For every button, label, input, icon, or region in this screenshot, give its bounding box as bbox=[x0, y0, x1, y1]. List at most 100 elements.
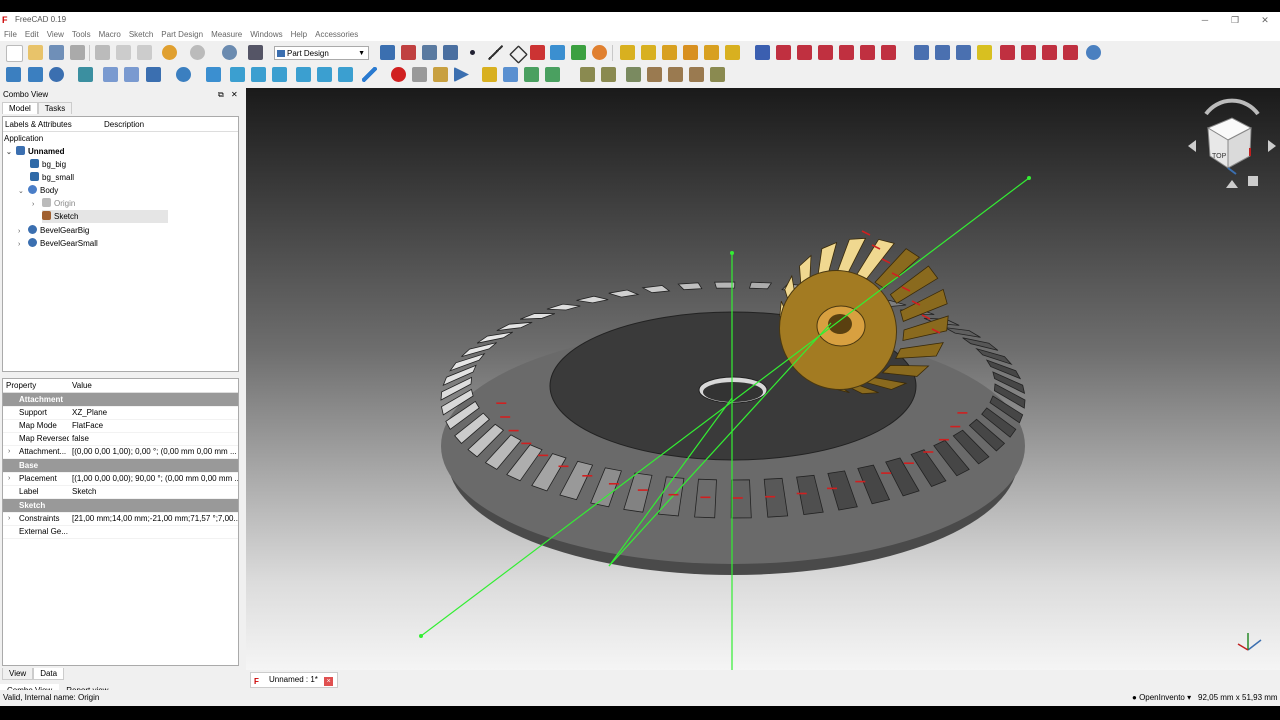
restore-button[interactable]: ❐ bbox=[1220, 12, 1250, 28]
chevron-right-icon[interactable]: › bbox=[8, 445, 10, 458]
property-value[interactable]: [21,00 mm;14,00 mm;-21,00 mm;71,57 °;7,0… bbox=[72, 512, 238, 525]
document-tab-unnamed[interactable]: F Unnamed : 1* × bbox=[250, 672, 339, 688]
property-group-attachment[interactable]: Attachment bbox=[3, 393, 238, 407]
datum-plane-icon[interactable] bbox=[509, 45, 528, 64]
chevron-right-icon[interactable]: › bbox=[18, 238, 28, 251]
tree-item-bevel-gear-big[interactable]: › BevelGearBig bbox=[18, 224, 89, 237]
property-row[interactable]: › Attachment... [(0,00 0,00 1,00); 0,00 °;… bbox=[3, 445, 238, 459]
polar-pattern-icon[interactable] bbox=[956, 45, 971, 60]
linear-pattern-icon[interactable] bbox=[935, 45, 950, 60]
undo-icon[interactable] bbox=[162, 45, 177, 60]
tree-header-labels[interactable]: Labels & Attributes bbox=[5, 120, 72, 129]
navcube-right-arrow-icon[interactable] bbox=[1268, 140, 1276, 152]
multitransform-icon[interactable] bbox=[977, 45, 992, 60]
menu-measure[interactable]: Measure bbox=[207, 28, 246, 41]
validate-sketch-icon[interactable] bbox=[422, 45, 437, 60]
measure-toggle-all-icon[interactable] bbox=[668, 67, 683, 82]
subtractive-loft-icon[interactable] bbox=[818, 45, 833, 60]
minimize-button[interactable]: ─ bbox=[1190, 12, 1220, 28]
property-value[interactable]: FlatFace bbox=[72, 419, 238, 432]
menu-macro[interactable]: Macro bbox=[95, 28, 125, 41]
measure-linear-icon[interactable] bbox=[580, 67, 595, 82]
menu-sketch[interactable]: Sketch bbox=[125, 28, 157, 41]
rear-view-icon[interactable] bbox=[296, 67, 311, 82]
3d-viewport[interactable]: TOP bbox=[246, 88, 1280, 670]
property-group-base[interactable]: Base bbox=[3, 459, 238, 473]
navcube-left-arrow-icon[interactable] bbox=[1188, 140, 1196, 152]
draw-style-icon[interactable] bbox=[49, 67, 64, 82]
property-value[interactable]: false bbox=[72, 432, 238, 445]
redo-icon[interactable] bbox=[190, 45, 205, 60]
bounding-box-icon[interactable] bbox=[78, 67, 93, 82]
part-icon[interactable] bbox=[482, 67, 497, 82]
whats-this-icon[interactable] bbox=[248, 45, 263, 60]
additive-pipe-icon[interactable] bbox=[683, 45, 698, 60]
bottom-view-icon[interactable] bbox=[317, 67, 332, 82]
menu-view[interactable]: View bbox=[43, 28, 68, 41]
front-view-icon[interactable] bbox=[230, 67, 245, 82]
chevron-right-icon[interactable]: › bbox=[8, 512, 10, 525]
measure-toggle-delta-icon[interactable] bbox=[710, 67, 725, 82]
local-coordinate-system-icon[interactable] bbox=[530, 45, 545, 60]
isometric-view-icon[interactable] bbox=[206, 67, 221, 82]
tree-item-origin[interactable]: › Origin bbox=[32, 197, 75, 210]
pocket-icon[interactable] bbox=[755, 45, 770, 60]
tab-model[interactable]: Model bbox=[2, 102, 38, 114]
measure-clear-icon[interactable] bbox=[647, 67, 662, 82]
subtractive-pipe-icon[interactable] bbox=[839, 45, 854, 60]
chevron-right-icon[interactable]: › bbox=[8, 472, 10, 485]
save-document-icon[interactable] bbox=[49, 45, 64, 60]
left-view-icon[interactable] bbox=[338, 67, 353, 82]
menu-accessories[interactable]: Accessories bbox=[311, 28, 362, 41]
boolean-icon[interactable] bbox=[1086, 45, 1101, 60]
chamfer-icon[interactable] bbox=[1021, 45, 1036, 60]
groove-icon[interactable] bbox=[797, 45, 812, 60]
navcube-menu-icon[interactable] bbox=[1248, 176, 1258, 186]
property-row[interactable]: › Constraints [21,00 mm;14,00 mm;-21,00 mm… bbox=[3, 512, 238, 526]
thickness-icon[interactable] bbox=[1063, 45, 1078, 60]
navigation-style-selector[interactable]: ● OpenInvento ▾ bbox=[1132, 690, 1191, 706]
chevron-right-icon[interactable]: › bbox=[32, 198, 42, 211]
macro-edit-icon[interactable] bbox=[433, 67, 448, 82]
mirrored-icon[interactable] bbox=[914, 45, 929, 60]
subshape-binder-icon[interactable] bbox=[571, 45, 586, 60]
property-row[interactable]: Map Reversed false bbox=[3, 432, 238, 446]
datum-line-icon[interactable] bbox=[488, 45, 503, 60]
property-row[interactable]: Label Sketch bbox=[3, 485, 238, 499]
menu-windows[interactable]: Windows bbox=[246, 28, 286, 41]
tab-data[interactable]: Data bbox=[33, 668, 65, 680]
property-row[interactable]: Map Mode FlatFace bbox=[3, 419, 238, 433]
draft-icon[interactable] bbox=[1042, 45, 1057, 60]
menu-part-design[interactable]: Part Design bbox=[157, 28, 207, 41]
property-value[interactable]: XZ_Plane bbox=[72, 406, 238, 419]
group-icon[interactable] bbox=[503, 67, 518, 82]
print-icon[interactable] bbox=[70, 45, 85, 60]
tree-item-unnamed[interactable]: ⌄ Unnamed bbox=[6, 145, 64, 158]
tree-item-bg-small[interactable]: bg_small bbox=[30, 171, 74, 184]
property-value[interactable]: Sketch bbox=[72, 485, 238, 498]
close-tab-icon[interactable]: × bbox=[324, 677, 334, 686]
close-panel-icon[interactable]: ✕ bbox=[231, 89, 238, 100]
top-view-icon[interactable] bbox=[251, 67, 266, 82]
hole-icon[interactable] bbox=[776, 45, 791, 60]
tab-tasks[interactable]: Tasks bbox=[37, 102, 73, 114]
menu-edit[interactable]: Edit bbox=[21, 28, 43, 41]
tree-item-bevel-gear-small[interactable]: › BevelGearSmall bbox=[18, 237, 98, 250]
menu-tools[interactable]: Tools bbox=[68, 28, 95, 41]
clone-icon[interactable] bbox=[443, 45, 458, 60]
additive-primitive-icon[interactable] bbox=[725, 45, 740, 60]
property-group-sketch[interactable]: Sketch bbox=[3, 499, 238, 513]
create-sketch-icon[interactable] bbox=[401, 45, 416, 60]
copy-icon[interactable] bbox=[116, 45, 131, 60]
measure-angular-icon[interactable] bbox=[601, 67, 616, 82]
new-document-icon[interactable] bbox=[6, 45, 23, 62]
cut-icon[interactable] bbox=[95, 45, 110, 60]
menu-file[interactable]: File bbox=[0, 28, 21, 41]
paste-icon[interactable] bbox=[137, 45, 152, 60]
property-row[interactable]: External Ge... bbox=[3, 525, 238, 539]
macro-stop-icon[interactable] bbox=[412, 67, 427, 82]
macro-play-icon[interactable] bbox=[454, 67, 469, 82]
navcube-down-arrow-icon[interactable] bbox=[1226, 180, 1238, 188]
link-actions-icon[interactable] bbox=[545, 67, 560, 82]
tree-item-body[interactable]: ⌄ Body bbox=[18, 184, 58, 197]
